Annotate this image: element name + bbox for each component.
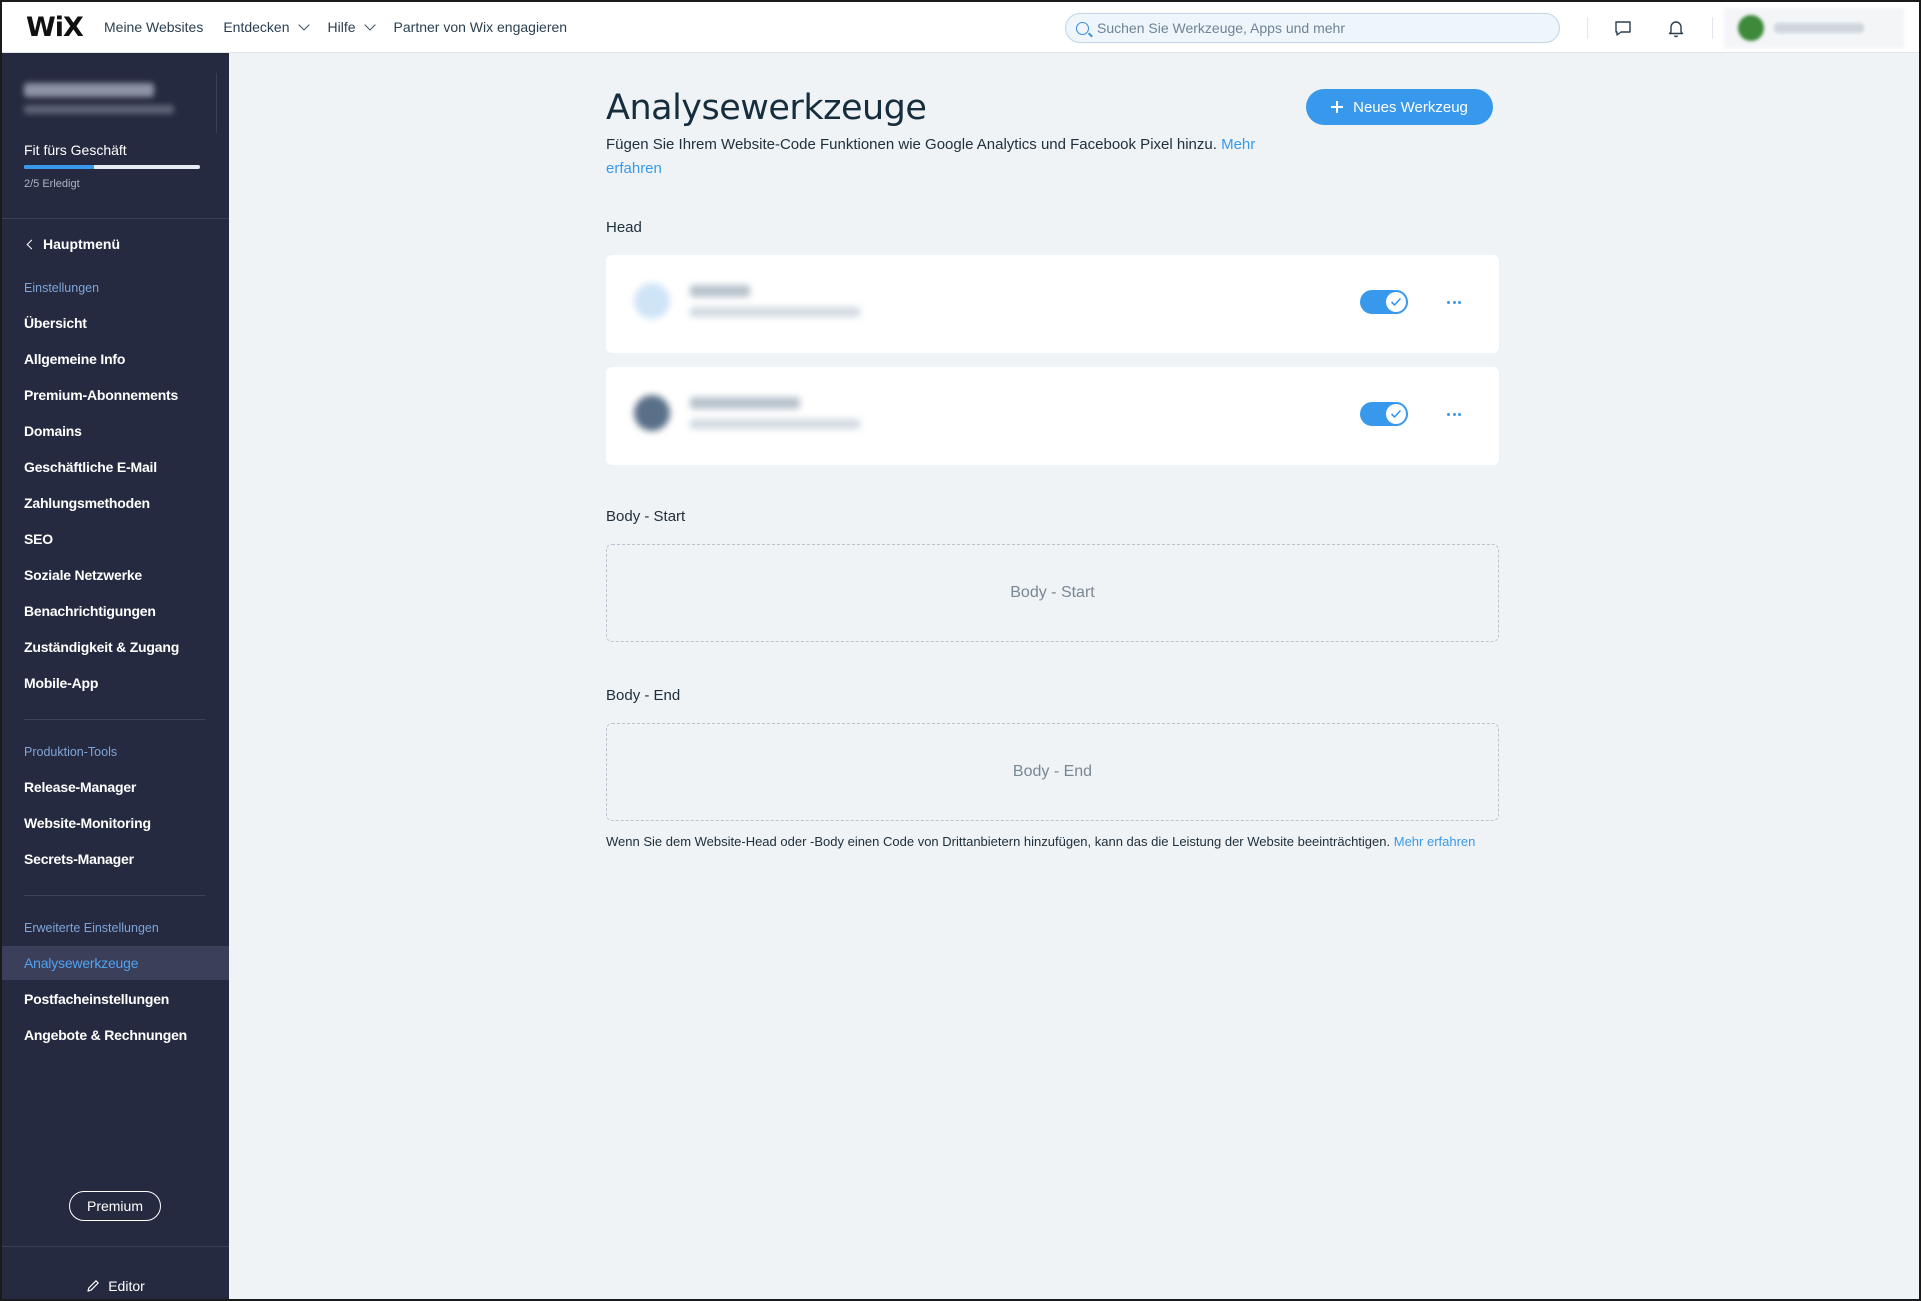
section-label-body-start: Body - Start [606, 508, 686, 525]
check-icon [1390, 297, 1402, 307]
pencil-icon [87, 1280, 100, 1292]
divider [2, 218, 229, 219]
user-menu[interactable] [1724, 8, 1904, 48]
divider [24, 719, 205, 720]
avatar [1738, 15, 1764, 41]
app-window: WiX Meine Websites Entdecken Hilfe Partn… [0, 0, 1921, 1301]
tool-toggle[interactable] [1360, 402, 1408, 426]
divider [216, 73, 217, 133]
chevron-down-icon [363, 19, 376, 31]
main-content: Analysewerkzeuge Fügen Sie Ihrem Website… [229, 53, 1919, 1299]
sidebar-item-secrets-manager[interactable]: Secrets-Manager [2, 842, 229, 876]
upgrade-premium-button[interactable]: Premium [69, 1191, 161, 1221]
divider [1712, 17, 1713, 39]
user-name-blurred [1774, 23, 1864, 33]
nav-label: Hilfe [327, 19, 356, 35]
bell-icon[interactable] [1664, 16, 1688, 40]
chevron-left-icon [26, 239, 37, 249]
nav-label: Meine Websites [104, 19, 204, 35]
top-nav: Meine Websites Entdecken Hilfe Partner v… [104, 19, 587, 35]
footnote-text: Wenn Sie dem Website-Head oder -Body ein… [606, 834, 1391, 849]
nav-explore[interactable]: Entdecken [223, 19, 310, 35]
search-input[interactable] [1097, 20, 1537, 36]
nav-hire-partner[interactable]: Partner von Wix engagieren [394, 19, 568, 35]
sidebar: Fit fürs Geschäft 2/5 Erledigt Hauptmenü… [2, 53, 229, 1299]
body-start-dropzone[interactable]: Body - Start [606, 544, 1499, 642]
tool-info-blurred [634, 283, 860, 319]
sidebar-item-mobile-app[interactable]: Mobile-App [2, 666, 229, 700]
sidebar-item-social[interactable]: Soziale Netzwerke [2, 558, 229, 592]
nav-label: Partner von Wix engagieren [393, 19, 568, 35]
nav-my-sites[interactable]: Meine Websites [104, 19, 203, 35]
chevron-down-icon [297, 19, 310, 31]
nav-help[interactable]: Hilfe [327, 19, 376, 35]
setup-progress-text: 2/5 Erledigt [24, 178, 80, 190]
top-bar: WiX Meine Websites Entdecken Hilfe Partn… [2, 2, 1919, 53]
tool-info-blurred [634, 395, 860, 431]
sidebar-item-roles-access[interactable]: Zuständigkeit & Zugang [2, 630, 229, 664]
sidebar-item-overview[interactable]: Übersicht [2, 306, 229, 340]
sidebar-item-analytics-tools[interactable]: Analysewerkzeuge [2, 946, 229, 980]
page-title: Analysewerkzeuge [606, 88, 927, 128]
section-title-production: Produktion-Tools [24, 745, 118, 759]
site-name-blurred[interactable] [24, 83, 174, 114]
more-actions-button[interactable] [1442, 293, 1466, 311]
divider [2, 1246, 229, 1247]
section-label-head: Head [606, 219, 642, 236]
divider [24, 895, 205, 896]
divider [1587, 17, 1588, 39]
description-text: Fügen Sie Ihrem Website-Code Funktionen … [606, 136, 1217, 153]
new-tool-button[interactable]: Neues Werkzeug [1306, 89, 1493, 125]
body-end-dropzone[interactable]: Body - End [606, 723, 1499, 821]
sidebar-item-premium-plans[interactable]: Premium-Abonnements [2, 378, 229, 412]
sidebar-item-quotes-invoices[interactable]: Angebote & Rechnungen [2, 1018, 229, 1052]
page-description: Fügen Sie Ihrem Website-Code Funktionen … [606, 133, 1286, 181]
section-label-body-end: Body - End [606, 687, 681, 704]
search-icon [1076, 21, 1089, 35]
sidebar-item-release-manager[interactable]: Release-Manager [2, 770, 229, 804]
new-tool-label: Neues Werkzeug [1353, 98, 1468, 116]
tool-card[interactable] [606, 367, 1499, 465]
sidebar-item-notifications[interactable]: Benachrichtigungen [2, 594, 229, 628]
performance-note: Wenn Sie dem Website-Head oder -Body ein… [606, 834, 1475, 849]
more-actions-button[interactable] [1442, 405, 1466, 423]
sidebar-item-general-info[interactable]: Allgemeine Info [2, 342, 229, 376]
search-bar[interactable] [1065, 13, 1560, 43]
setup-checklist-title[interactable]: Fit fürs Geschäft [24, 142, 127, 158]
tool-card[interactable] [606, 255, 1499, 353]
back-to-main-menu[interactable]: Hauptmenü [24, 236, 120, 252]
sidebar-item-site-monitoring[interactable]: Website-Monitoring [2, 806, 229, 840]
editor-label: Editor [108, 1278, 145, 1294]
sidebar-item-domains[interactable]: Domains [2, 414, 229, 448]
sidebar-item-inbox-settings[interactable]: Postfacheinstellungen [2, 982, 229, 1016]
tool-toggle[interactable] [1360, 290, 1408, 314]
footnote-learn-more-link[interactable]: Mehr erfahren [1394, 834, 1476, 849]
plus-icon [1331, 101, 1344, 113]
open-editor-button[interactable]: Editor [2, 1269, 229, 1299]
sidebar-item-business-email[interactable]: Geschäftliche E-Mail [2, 450, 229, 484]
section-title-settings: Einstellungen [24, 281, 100, 295]
nav-label: Entdecken [223, 19, 290, 35]
sidebar-item-payment-methods[interactable]: Zahlungsmethoden [2, 486, 229, 520]
tool-icon [634, 283, 670, 319]
check-icon [1390, 409, 1402, 419]
wix-logo[interactable]: WiX [26, 12, 84, 43]
sidebar-item-seo[interactable]: SEO [2, 522, 229, 556]
setup-progress-bar [24, 165, 200, 169]
back-label: Hauptmenü [43, 236, 120, 252]
chat-icon[interactable] [1611, 16, 1635, 40]
section-title-advanced: Erweiterte Einstellungen [24, 921, 159, 935]
tool-icon [634, 395, 670, 431]
